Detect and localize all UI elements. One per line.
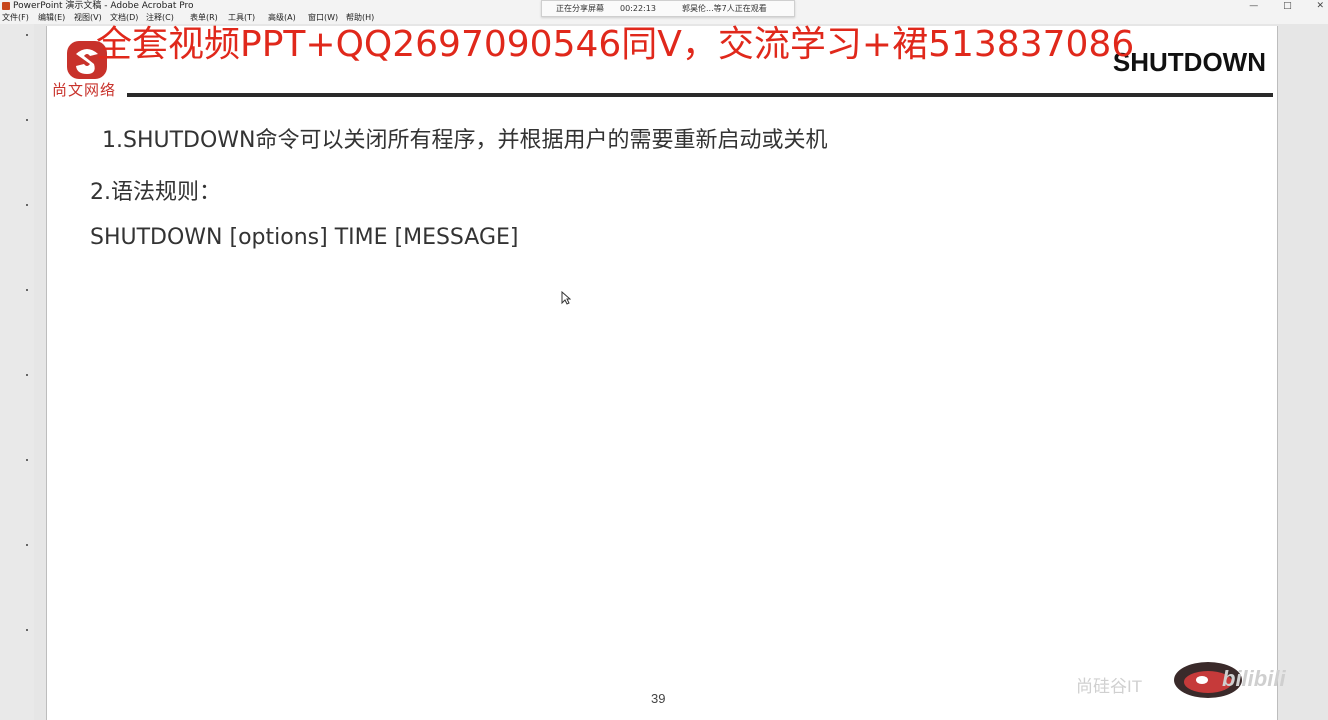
mouse-cursor-icon (561, 291, 571, 305)
minimize-button[interactable]: — (1249, 1, 1258, 11)
bottom-watermark-text: 尚硅谷IT (1076, 677, 1143, 696)
left-ruler (0, 24, 34, 720)
acrobat-app-icon (2, 2, 10, 10)
share-timer: 00:22:13 (620, 4, 656, 13)
bilibili-watermark: bilibili (1222, 666, 1286, 691)
slide-point-2: 2.语法规则： (90, 180, 221, 205)
slide-point-1: 1.SHUTDOWN命令可以关闭所有程序，并根据用户的需要重新启动或关机 (102, 128, 828, 153)
slide-title: SHUTDOWN (1112, 47, 1266, 77)
menu-edit[interactable]: 编辑(E) (38, 12, 65, 24)
window-title: PowerPoint 演示文稿 - Adobe Acrobat Pro (13, 1, 194, 11)
maximize-button[interactable]: □ (1283, 1, 1292, 11)
share-viewers: 郭昊伦...等7人正在观看 (682, 4, 767, 13)
close-button[interactable]: ✕ (1316, 1, 1324, 11)
screen-share-bar: 正在分享屏幕 00:22:13 郭昊伦...等7人正在观看 (541, 0, 795, 17)
window-controls: — □ ✕ (1227, 0, 1324, 12)
syntax-line: SHUTDOWN [options] TIME [MESSAGE] (90, 225, 519, 250)
menu-file[interactable]: 文件(F) (2, 12, 29, 24)
share-status: 正在分享屏幕 (556, 4, 604, 13)
title-divider (127, 93, 1273, 97)
company-logo-text: 尚文网络 (52, 81, 117, 99)
page-number: 39 (651, 691, 666, 706)
promo-watermark: 全套视频PPT+QQ2697090546同V，交流学习+裙513837086 (96, 24, 1135, 65)
